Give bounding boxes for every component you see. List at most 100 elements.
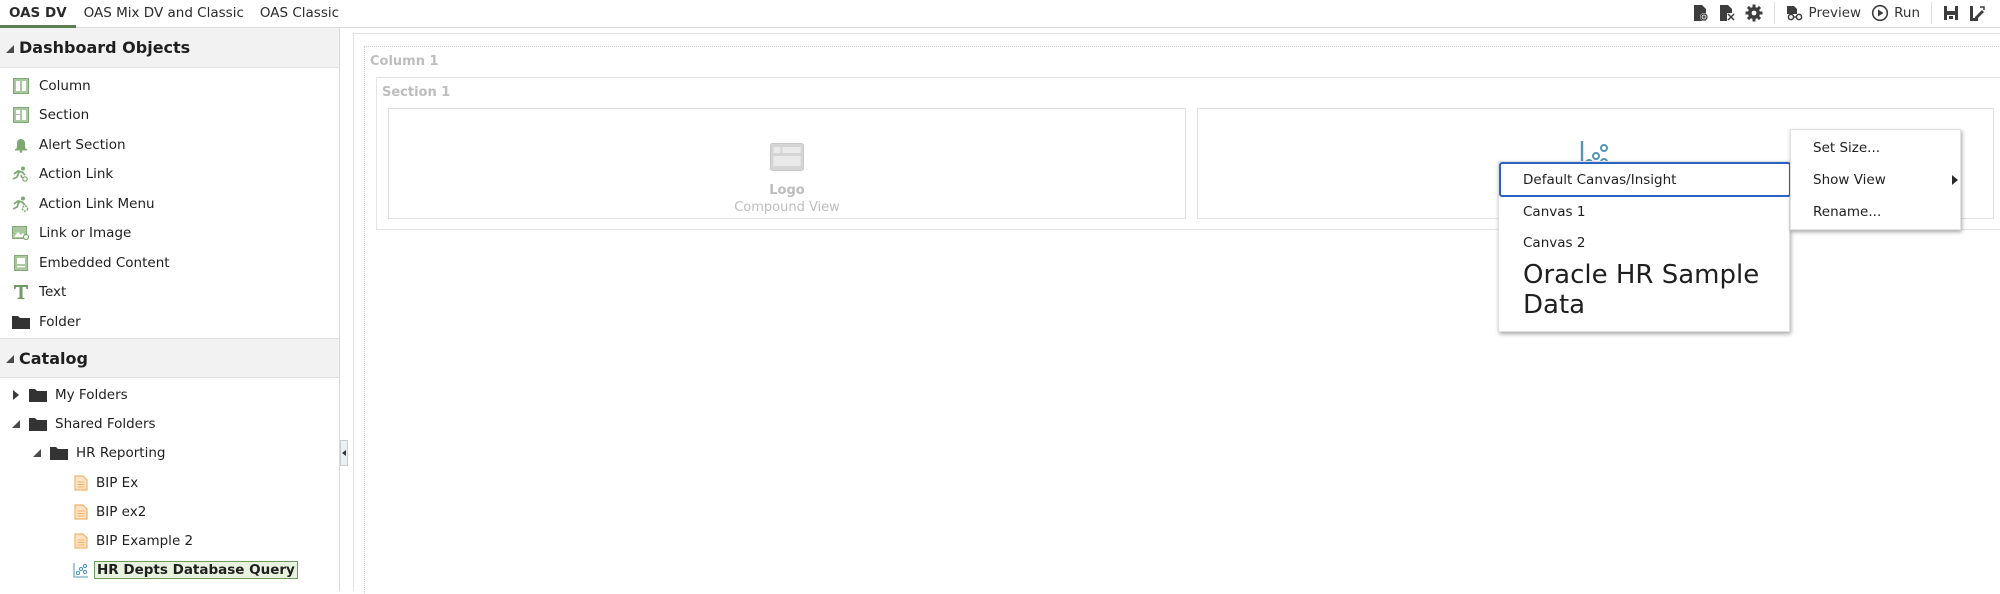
save-icon <box>1943 5 1959 21</box>
object-label: Folder <box>39 313 81 330</box>
report-icon <box>74 533 88 549</box>
collapse-triangle-icon <box>6 355 14 363</box>
text-icon <box>12 283 30 301</box>
folder-icon <box>29 417 47 431</box>
object-link-or-image[interactable]: Link or Image <box>0 219 339 249</box>
object-alert-section[interactable]: Alert Section <box>0 130 339 160</box>
object-embedded-content[interactable]: Embedded Content <box>0 248 339 278</box>
tree-item-shared-folders[interactable]: Shared Folders <box>0 409 339 438</box>
tree-item-bip-ex2[interactable]: BIP ex2 <box>0 497 339 526</box>
dropdown-option-canvas-1[interactable]: Canvas 1 <box>1499 197 1791 227</box>
menu-item-rename[interactable]: Rename... <box>1791 197 1962 227</box>
logo-compound-view[interactable]: Logo Compound View <box>388 108 1186 219</box>
play-icon <box>1871 4 1889 22</box>
page-settings-button[interactable] <box>1740 1 1768 25</box>
folder-icon <box>50 446 68 461</box>
logo-view-subtitle: Compound View <box>734 200 840 215</box>
toolbar-divider <box>1931 2 1932 24</box>
tab-oas-mix-dv-and-classic[interactable]: OAS Mix DV and Classic <box>76 0 252 28</box>
folder-icon <box>29 388 47 402</box>
dashboard-objects-header[interactable]: Dashboard Objects <box>0 28 339 68</box>
gear-icon <box>1745 4 1763 22</box>
catalog-tree: My Folders Shared Folders HR Reporting B… <box>0 380 339 585</box>
page-delete-icon <box>1719 4 1735 22</box>
object-folder[interactable]: Folder <box>0 307 339 337</box>
tree-item-my-folders[interactable]: My Folders <box>0 380 339 409</box>
collapse-panel-handle[interactable] <box>340 440 348 466</box>
tree-item-hr-depts-database-query[interactable]: HR Depts Database Query <box>0 556 339 585</box>
action-link-icon <box>12 165 30 183</box>
dashboard-page-tabs: OAS DV OAS Mix DV and Classic OAS Classi… <box>0 0 347 28</box>
object-text[interactable]: Text <box>0 278 339 308</box>
object-label: Action Link Menu <box>39 195 155 212</box>
save-button[interactable] <box>1938 1 1964 25</box>
report-icon <box>74 504 88 520</box>
catalog-title: Catalog <box>19 348 88 368</box>
object-column[interactable]: Column <box>0 71 339 101</box>
embedded-content-icon <box>12 254 30 272</box>
canvas-dropdown-list: Default Canvas/Insight Canvas 1 Canvas 2… <box>1498 161 1791 332</box>
menu-item-label: Set Size... <box>1813 140 1881 156</box>
preview-icon <box>1786 5 1804 21</box>
collapse-triangle-icon <box>6 44 14 53</box>
menu-item-show-view[interactable]: Show View <box>1791 165 1962 195</box>
object-action-link-menu[interactable]: Action Link Menu <box>0 189 339 219</box>
tree-item-label: BIP Ex <box>96 474 139 491</box>
preview-button[interactable]: Preview <box>1781 1 1867 25</box>
menu-item-label: Rename... <box>1813 204 1882 220</box>
collapse-icon[interactable] <box>10 418 22 430</box>
add-page-button[interactable] <box>1688 1 1714 25</box>
preview-label: Preview <box>1808 5 1862 21</box>
tab-oas-classic[interactable]: OAS Classic <box>252 0 347 28</box>
collapse-icon[interactable] <box>31 447 43 459</box>
object-label: Alert Section <box>39 136 126 153</box>
run-label: Run <box>1894 5 1920 21</box>
save-as-icon <box>1969 5 1986 22</box>
dropdown-option-default-canvas[interactable]: Default Canvas/Insight <box>1499 162 1791 197</box>
toolbar: Preview Run <box>1688 0 2000 26</box>
delete-page-button[interactable] <box>1714 1 1740 25</box>
tree-item-hr-reporting[interactable]: HR Reporting <box>0 439 339 468</box>
tree-item-label: HR Reporting <box>76 445 166 462</box>
collapse-left-icon <box>342 450 346 456</box>
tab-oas-dv[interactable]: OAS DV <box>0 0 76 28</box>
save-as-button[interactable] <box>1964 1 2000 25</box>
compound-view-icon <box>770 143 804 175</box>
toolbar-divider <box>1773 2 1775 24</box>
tree-item-bip-example-2[interactable]: BIP Example 2 <box>0 526 339 555</box>
tree-item-label: HR Depts Database Query <box>94 561 298 580</box>
folder-icon <box>12 313 30 331</box>
menu-item-label: Show View <box>1813 172 1886 188</box>
tree-item-label: My Folders <box>55 386 128 403</box>
object-label: Column <box>39 77 91 94</box>
object-action-link[interactable]: Action Link <box>0 160 339 190</box>
section-label: Section 1 <box>382 85 451 100</box>
action-link-menu-icon <box>12 195 30 213</box>
tree-item-label: BIP Example 2 <box>96 533 194 550</box>
object-label: Link or Image <box>39 225 132 242</box>
catalog-header[interactable]: Catalog <box>0 338 339 378</box>
workbook-scatter-icon <box>73 562 89 579</box>
report-icon <box>74 474 88 491</box>
run-button[interactable]: Run <box>1866 1 1925 25</box>
tree-item-bip-ex[interactable]: BIP Ex <box>0 468 339 497</box>
dropdown-option-oracle-hr-sample-data[interactable]: Oracle HR Sample Data <box>1499 260 1791 320</box>
image-link-icon <box>12 224 30 242</box>
left-panel: Dashboard Objects Column Section Alert S… <box>0 28 340 591</box>
object-label: Action Link <box>39 166 114 183</box>
column-icon <box>12 77 30 95</box>
object-label: Text <box>39 284 67 301</box>
dropdown-option-canvas-2[interactable]: Canvas 2 <box>1499 227 1791 259</box>
object-label: Section <box>39 107 90 124</box>
dashboard-objects-list: Column Section Alert Section Action Link… <box>0 68 339 337</box>
top-bar: OAS DV OAS Mix DV and Classic OAS Classi… <box>0 0 2000 28</box>
view-context-menu: Set Size... Show View Rename... <box>1790 129 1961 230</box>
page-add-icon <box>1693 4 1709 22</box>
object-section[interactable]: Section <box>0 101 339 131</box>
object-label: Embedded Content <box>39 254 170 271</box>
expand-icon[interactable] <box>10 389 22 401</box>
submenu-arrow-icon <box>1952 175 1958 185</box>
dashboard-objects-title: Dashboard Objects <box>19 38 191 57</box>
menu-item-set-size[interactable]: Set Size... <box>1791 133 1962 163</box>
tree-item-label: BIP ex2 <box>96 503 147 520</box>
